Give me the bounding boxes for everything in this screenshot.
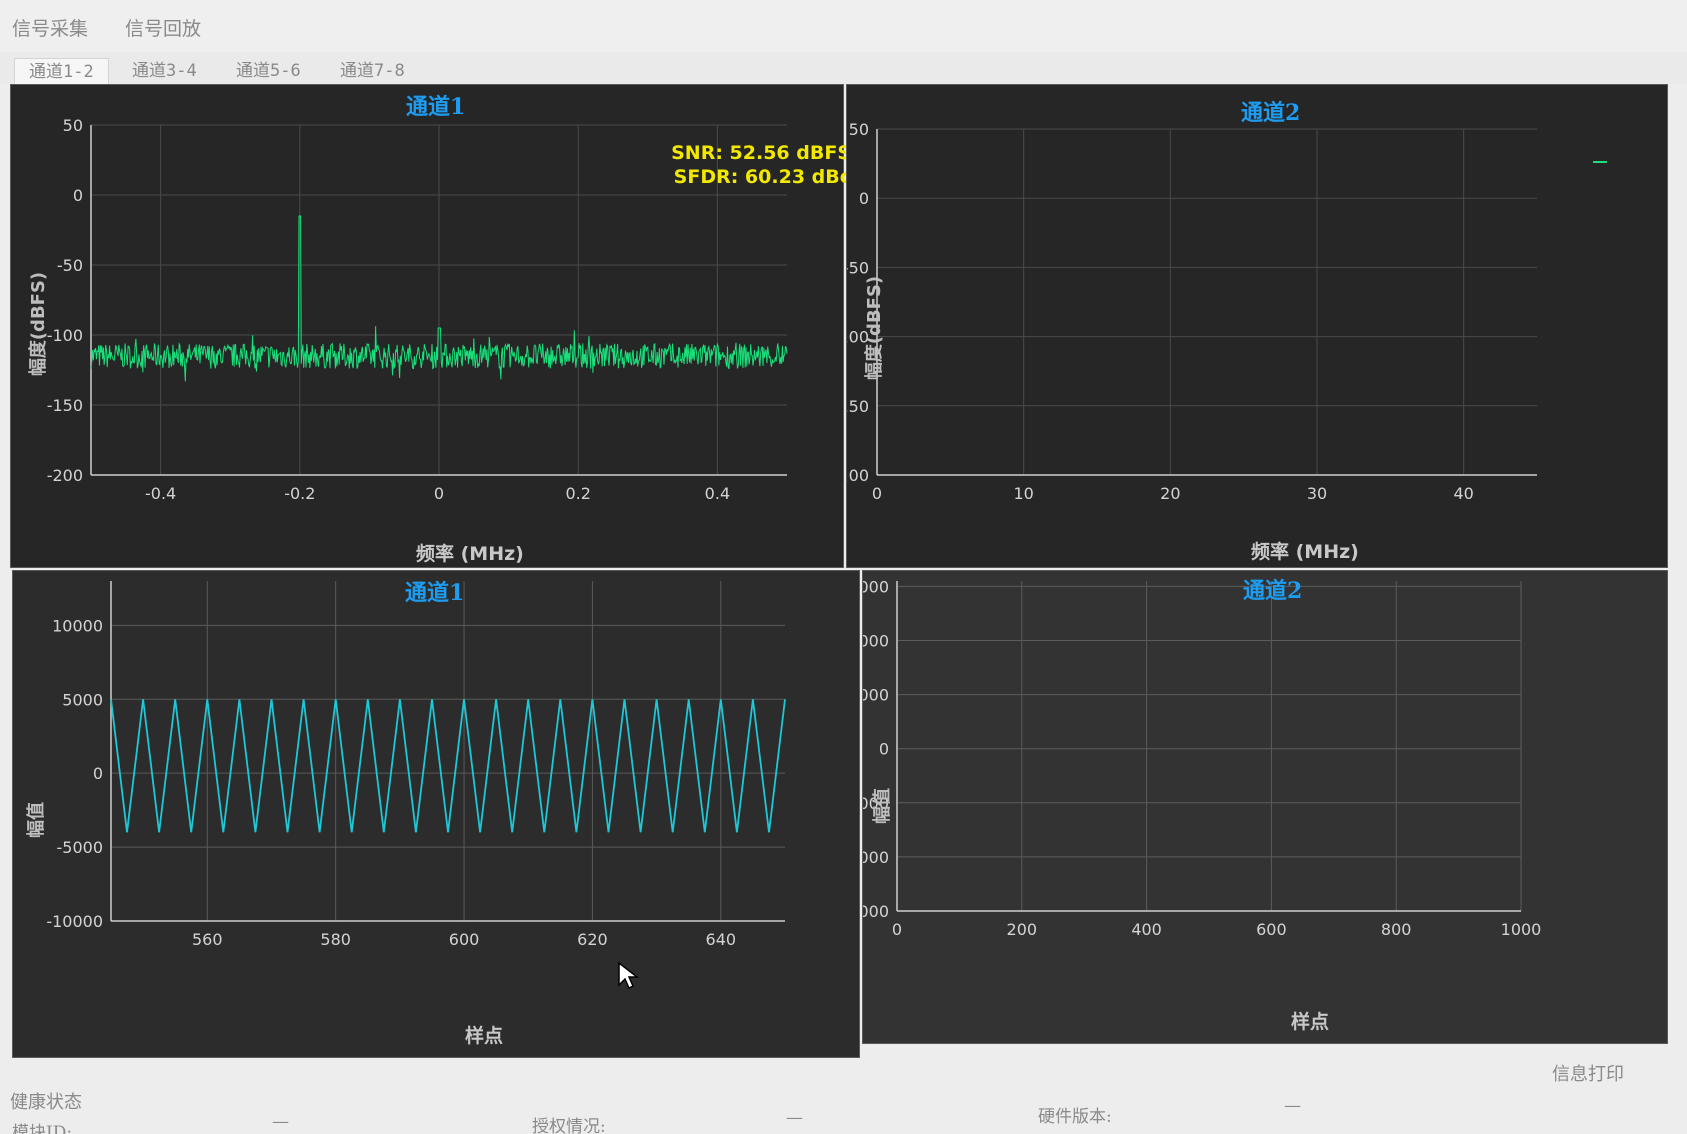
- legend-swatch-ch2: [1593, 161, 1607, 163]
- waveform-ch2-xlabel: 样点: [1291, 1011, 1330, 1033]
- health-status-label: 健康状态: [10, 1092, 82, 1113]
- wave1-xtick-label: 620: [577, 930, 608, 949]
- spec1-xtick-label: 0.4: [705, 484, 730, 503]
- wave1-xtick-label: 560: [192, 930, 223, 949]
- spec2-ytick-label: 50: [849, 120, 869, 139]
- spec2-ytick-label: -200: [847, 466, 869, 485]
- tab-channel-3-4[interactable]: 通道3-4: [118, 58, 211, 84]
- waveform-panel-ch2[interactable]: 3000020000100000-10000-20000-30000020040…: [862, 570, 1668, 1044]
- tab-channel-5-6[interactable]: 通道5-6: [222, 58, 315, 84]
- wave2-xtick-label: 0: [892, 920, 902, 939]
- spectrum-panel-ch2[interactable]: 500-50-100-150-200010203040 通道2 幅度(dBFS)…: [846, 84, 1668, 568]
- snr-value: SNR: 52.56 dBFS: [671, 142, 851, 164]
- menu-signal-playback[interactable]: 信号回放: [125, 14, 201, 41]
- waveform-ch1-ylabel: 幅值: [26, 802, 47, 838]
- wave1-ytick-label: 0: [93, 764, 103, 783]
- sfdr-value: SFDR: 60.23 dBc: [673, 166, 851, 188]
- spectrum-ch2-xlabel: 频率 (MHz): [1251, 541, 1359, 563]
- spectrum-ch1-xlabel: 频率 (MHz): [416, 543, 524, 565]
- wave1-xtick-label: 600: [449, 930, 480, 949]
- waveform-trace-ch1: [110, 699, 786, 833]
- spec2-xtick-label: 10: [1013, 484, 1033, 503]
- waveform-chart-ch2: 3000020000100000-10000-20000-30000020040…: [863, 577, 1542, 939]
- module-id-value: —: [272, 1112, 289, 1132]
- wave2-ytick-label: -30000: [863, 902, 889, 921]
- waveform-ch2-ylabel: 幅值: [872, 788, 893, 824]
- channel-tab-bar: 通道1-2 通道3-4 通道5-6 通道7-8: [0, 52, 1687, 84]
- waveform-ch1-title: 通道1: [405, 580, 465, 606]
- wave1-ytick-label: -10000: [46, 912, 103, 931]
- wave1-xtick-label: 580: [320, 930, 351, 949]
- spec1-xtick-label: 0: [434, 484, 444, 503]
- spectrum-panel-ch1[interactable]: 50 0 -50 -100 -150 -200 -0.4 -0.2 0 0.2 0.4 通道1 幅度…: [10, 84, 851, 568]
- spec1-ytick-label: -50: [57, 256, 83, 275]
- spec1-xtick-label: -0.2: [284, 484, 315, 503]
- tab-channel-7-8[interactable]: 通道7-8: [326, 58, 419, 84]
- wave2-xtick-label: 200: [1007, 920, 1038, 939]
- spectrum-chart-ch2: 500-50-100-150-200010203040: [847, 120, 1537, 503]
- hardware-version-value: —: [1284, 1096, 1301, 1116]
- spec2-xtick-label: 30: [1307, 484, 1327, 503]
- spec1-ytick-label: -200: [47, 466, 83, 485]
- waveform-chart-ch1: 10000 5000 0 -5000 -10000 560 580 600 620 640: [46, 581, 786, 949]
- spectrum-ch2-ylabel: 幅度(dBFS): [864, 275, 885, 381]
- wave1-ytick-label: 10000: [52, 616, 103, 635]
- waveform-panel-ch1[interactable]: 10000 5000 0 -5000 -10000 560 580 600 620 640 通道1…: [12, 570, 860, 1058]
- spec2-ytick-label: 0: [859, 189, 869, 208]
- wave1-ytick-label: 5000: [62, 690, 103, 709]
- spec1-ytick-label: -100: [47, 326, 83, 345]
- waveform-ch2-title: 通道2: [1243, 578, 1303, 604]
- wave2-xtick-label: 400: [1131, 920, 1162, 939]
- wave2-ytick-label: 10000: [863, 686, 889, 705]
- spec2-xtick-label: 0: [872, 484, 882, 503]
- spectrum-ch1-title: 通道1: [406, 94, 466, 120]
- mouse-cursor-icon: [618, 961, 639, 990]
- license-value: —: [786, 1108, 803, 1128]
- wave2-ytick-label: 20000: [863, 632, 889, 651]
- info-print-label[interactable]: 信息打印: [1552, 1060, 1624, 1086]
- wave2-xtick-label: 600: [1256, 920, 1287, 939]
- tab-channel-1-2[interactable]: 通道1-2: [14, 58, 109, 84]
- waveform-ch1-xlabel: 样点: [465, 1025, 504, 1047]
- spec1-ytick-label: 50: [63, 116, 83, 135]
- menu-bar: 信号采集 信号回放: [0, 0, 1687, 52]
- wave1-ytick-label: -5000: [57, 838, 104, 857]
- spectrum-ch2-title: 通道2: [1241, 100, 1301, 126]
- wave2-ytick-label: 0: [879, 740, 889, 759]
- spec1-ytick-label: 0: [73, 186, 83, 205]
- spec2-xtick-label: 40: [1453, 484, 1473, 503]
- wave2-xtick-label: 800: [1381, 920, 1412, 939]
- spectrum-ch1-ylabel: 幅度(dBFS): [28, 271, 49, 377]
- hardware-version-label: 硬件版本:: [1038, 1107, 1112, 1127]
- spec1-xtick-label: -0.4: [145, 484, 176, 503]
- wave2-xtick-label: 1000: [1501, 920, 1542, 939]
- spec2-ytick-label: -150: [847, 397, 869, 416]
- spec2-xtick-label: 20: [1160, 484, 1180, 503]
- wave1-xtick-label: 640: [706, 930, 737, 949]
- wave2-ytick-label: -20000: [863, 848, 889, 867]
- license-label: 授权情况:: [532, 1117, 606, 1134]
- spec1-xtick-label: 0.2: [565, 484, 590, 503]
- wave2-ytick-label: 30000: [863, 577, 889, 596]
- menu-signal-capture[interactable]: 信号采集: [12, 14, 88, 41]
- spec1-ytick-label: -150: [47, 396, 83, 415]
- module-id-label: 模块ID:: [12, 1123, 73, 1134]
- snr-readout: SNR: 52.56 dBFS SFDR: 60.23 dBc: [571, 141, 851, 189]
